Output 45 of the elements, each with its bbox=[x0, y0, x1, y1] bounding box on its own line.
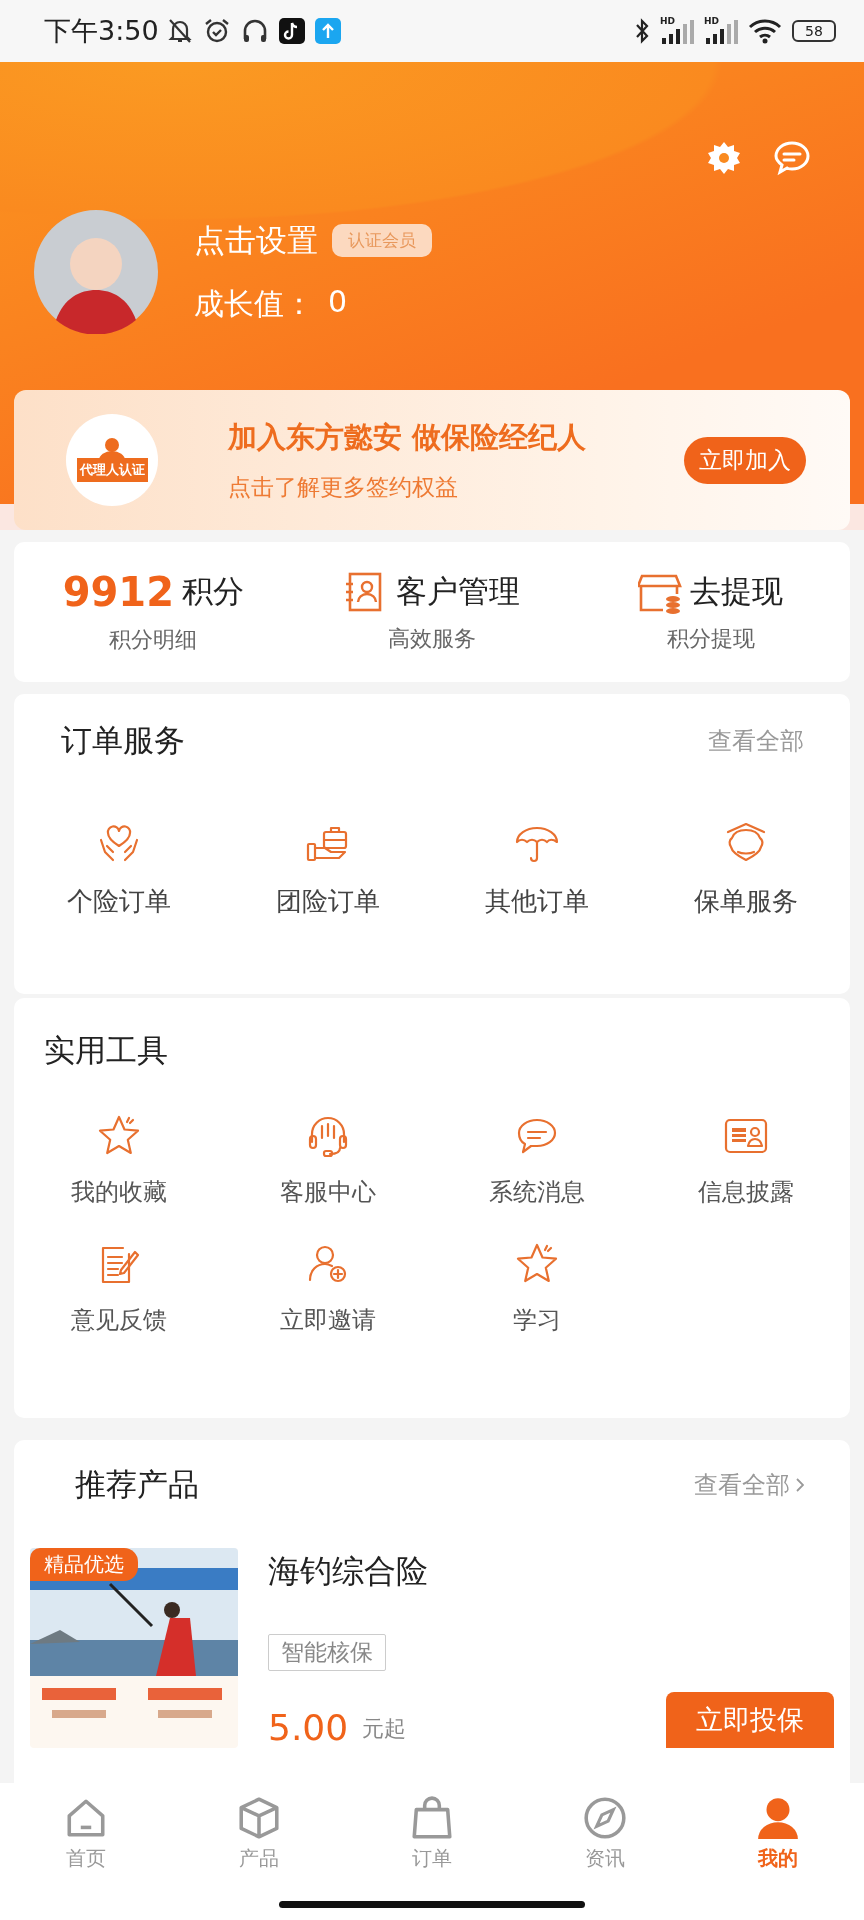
battery-indicator: 58 bbox=[792, 20, 836, 42]
signal-icon bbox=[704, 18, 738, 44]
menu-item[interactable]: 保单服务 bbox=[693, 884, 798, 919]
menu-item[interactable]: 客服中心 bbox=[279, 1176, 376, 1208]
growth-value: 0 bbox=[328, 283, 348, 321]
signal-icon bbox=[660, 18, 694, 44]
menu-item[interactable]: 我的收藏 bbox=[70, 1176, 167, 1208]
product-price: 5.00 bbox=[268, 1707, 349, 1748]
stat-caption: 积分明细 bbox=[109, 626, 198, 654]
stat-label[interactable]: 客户管理 bbox=[396, 571, 520, 613]
growth-label: 成长值： bbox=[194, 284, 314, 323]
compass-icon[interactable] bbox=[581, 1795, 628, 1841]
product-tag: 智能核保 bbox=[268, 1634, 386, 1671]
network-label: HD bbox=[660, 16, 675, 26]
upload-app-icon bbox=[314, 18, 341, 44]
bell-off-icon bbox=[166, 17, 193, 45]
shopping-bag-icon[interactable] bbox=[409, 1795, 455, 1841]
bluetooth-icon bbox=[634, 18, 650, 44]
banner-subtitle: 点击了解更多签约权益 bbox=[228, 472, 459, 502]
menu-item[interactable]: 系统消息 bbox=[488, 1176, 585, 1208]
chevron-right-icon[interactable] bbox=[796, 1478, 804, 1492]
featured-badge: 精品优选 bbox=[30, 1548, 138, 1581]
banner-title: 加入东方懿安 做保险经纪人 bbox=[228, 418, 588, 456]
stat-caption: 积分提现 bbox=[666, 625, 755, 653]
stat-caption: 高效服务 bbox=[388, 625, 476, 653]
section-title: 订单服务 bbox=[61, 721, 185, 760]
network-label: HD bbox=[704, 16, 719, 26]
clock: 下午3:50 bbox=[44, 14, 159, 48]
member-badge: 认证会员 bbox=[332, 224, 432, 257]
menu-item[interactable]: 立即邀请 bbox=[279, 1304, 376, 1336]
menu-item[interactable]: 其他订单 bbox=[484, 884, 589, 919]
price-unit: 元起 bbox=[362, 1715, 407, 1743]
menu-item[interactable]: 学习 bbox=[512, 1304, 561, 1336]
menu-item[interactable]: 意见反馈 bbox=[70, 1304, 167, 1336]
menu-item[interactable]: 个险订单 bbox=[66, 884, 171, 919]
wifi-icon bbox=[748, 18, 782, 44]
menu-item[interactable]: 团险订单 bbox=[275, 884, 380, 919]
menu-item[interactable]: 信息披露 bbox=[697, 1176, 794, 1208]
stat-label[interactable]: 去提现 bbox=[690, 571, 784, 613]
section-title: 推荐产品 bbox=[75, 1465, 199, 1504]
music-app-icon bbox=[278, 18, 305, 44]
stat-label[interactable]: 积分 bbox=[182, 571, 244, 613]
product-name[interactable]: 海钓综合险 bbox=[268, 1550, 834, 1594]
avatar-icon[interactable] bbox=[34, 210, 158, 334]
section-title: 实用工具 bbox=[44, 1031, 168, 1070]
